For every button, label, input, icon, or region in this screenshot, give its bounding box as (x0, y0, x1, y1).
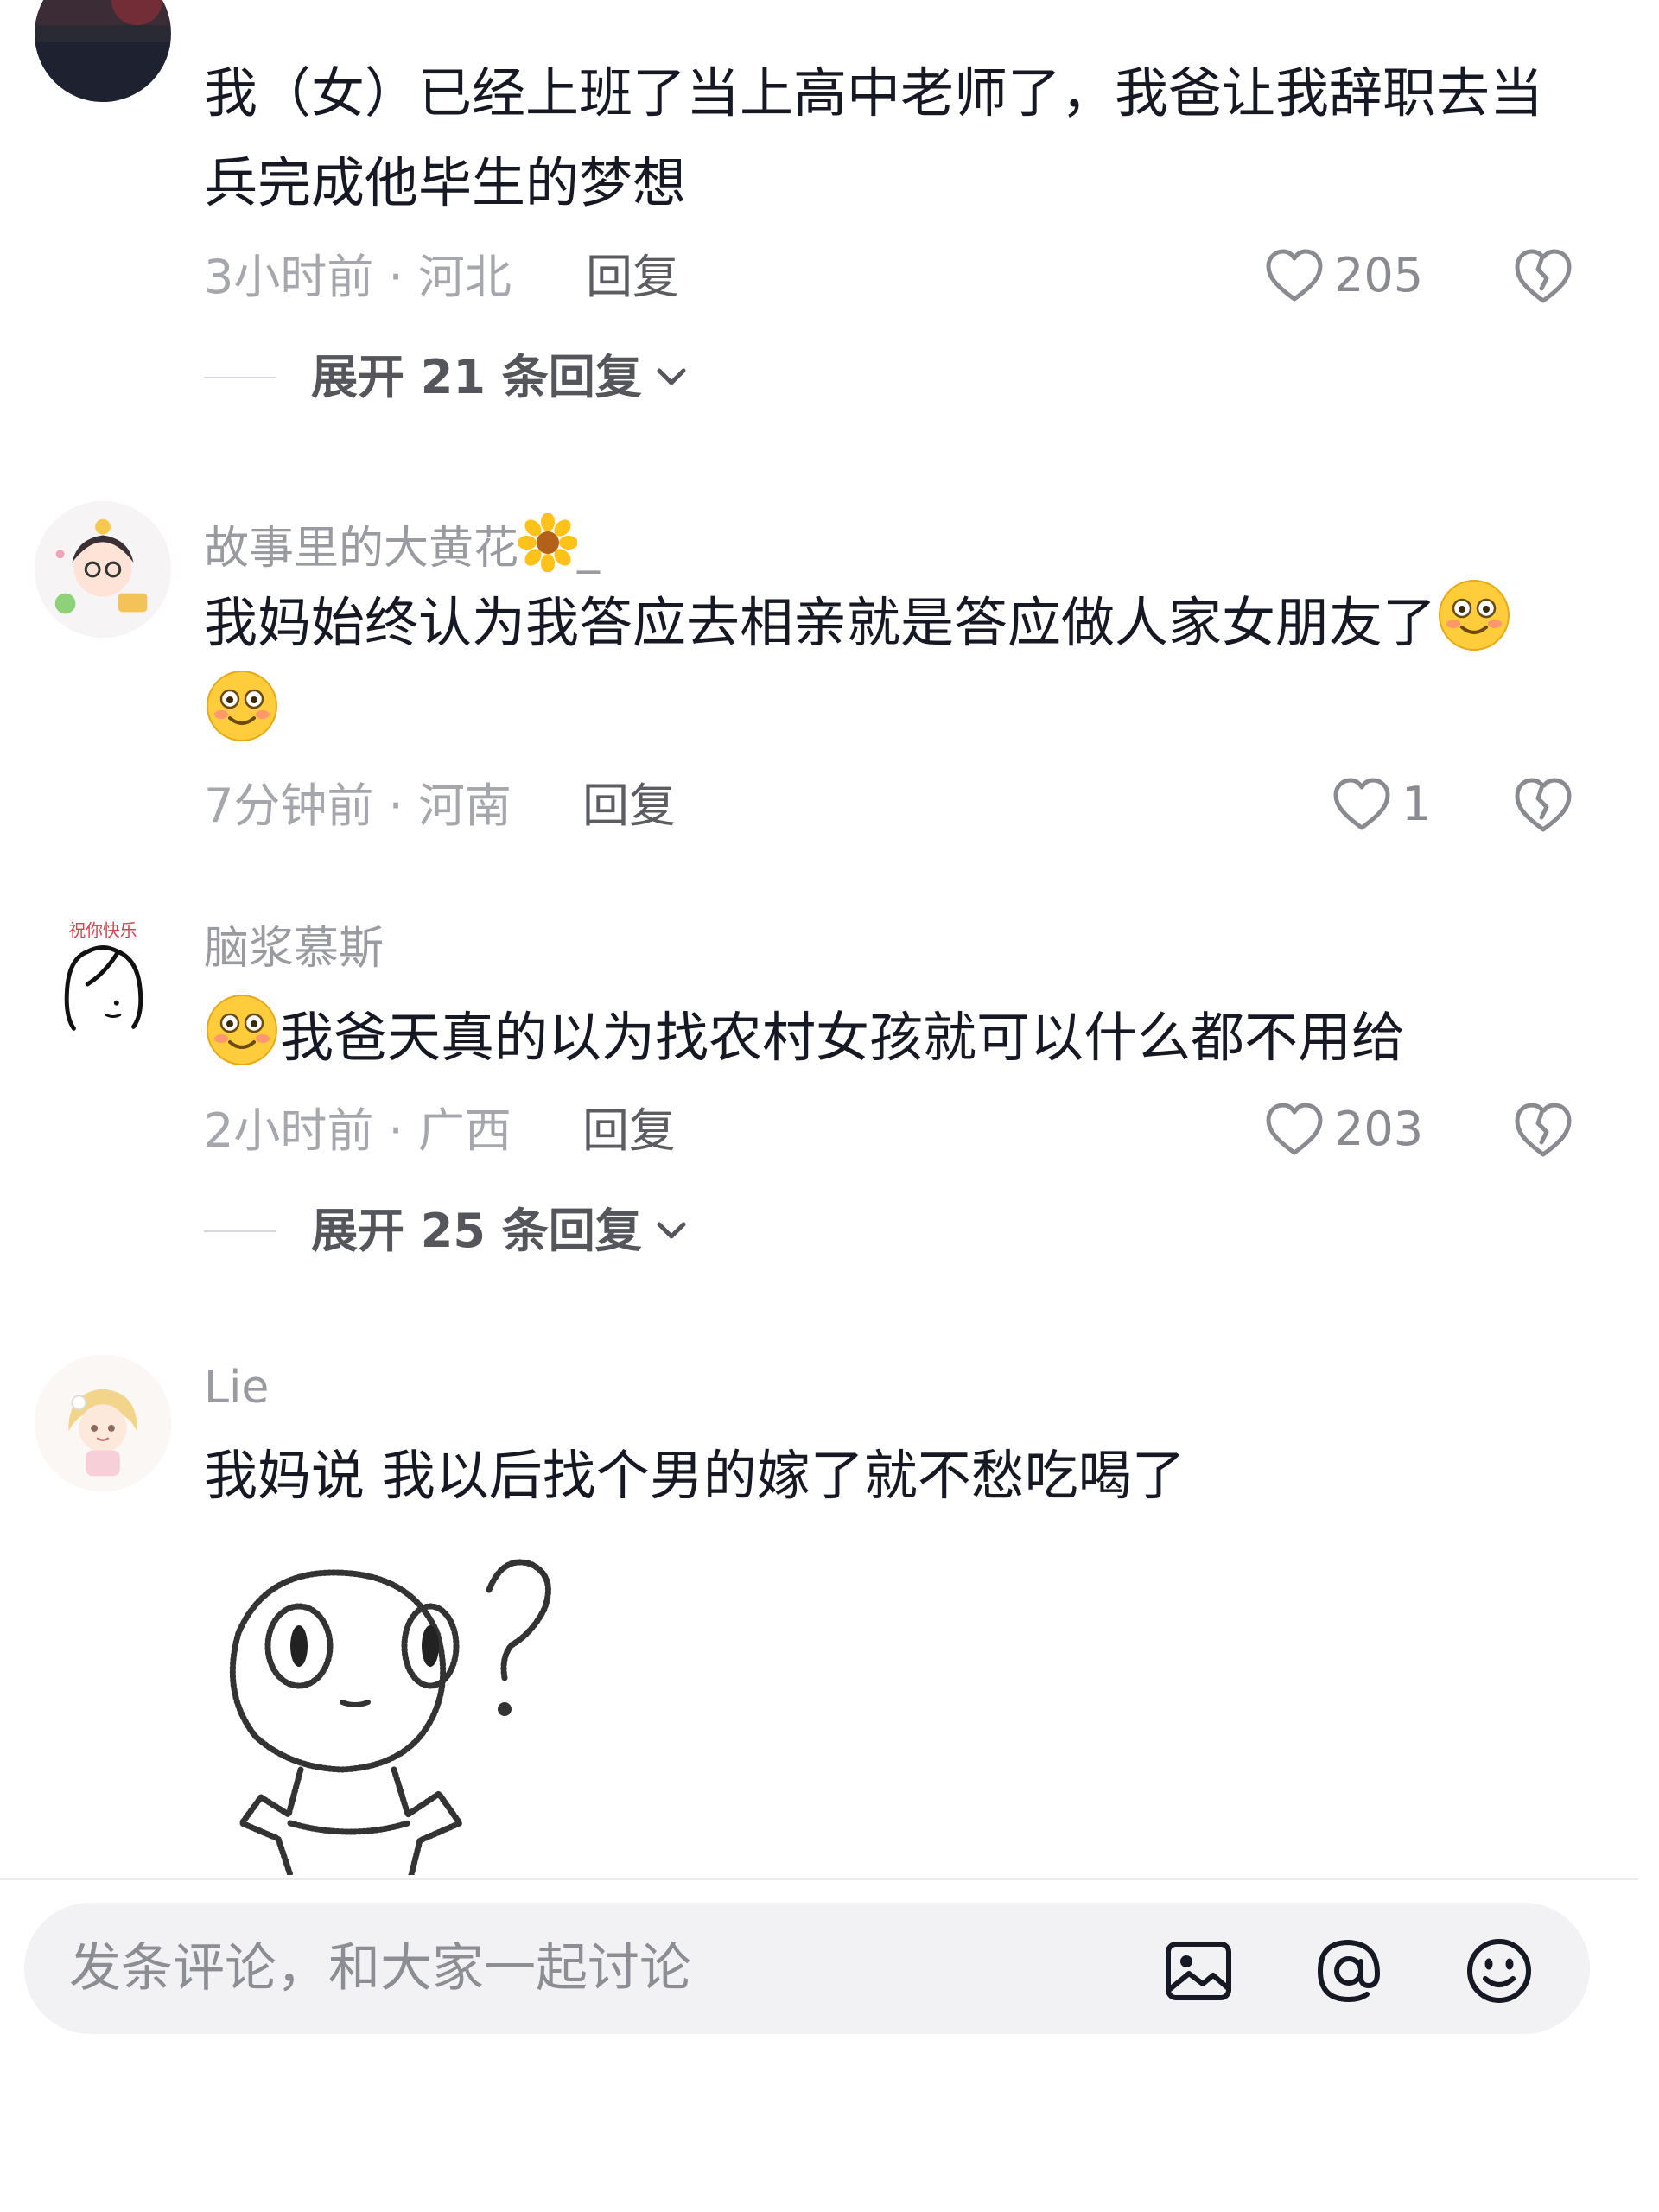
avatar[interactable] (35, 1355, 171, 1491)
heart-outline-icon (1263, 247, 1325, 304)
expand-replies-button[interactable]: 展开 25 条回复 (204, 1208, 689, 1255)
username-suffix: _ (577, 523, 601, 575)
username-text: 故事里的大黄花 (204, 523, 519, 575)
flushed-smile-emoji (204, 668, 280, 744)
meta-separator: · (388, 779, 404, 833)
avatar-text: 祝你快乐 (68, 921, 137, 941)
flushed-smile-emoji (204, 992, 280, 1068)
heart-outline-icon (1331, 776, 1393, 833)
reply-button[interactable]: 回复 (582, 1108, 676, 1154)
divider-line (204, 377, 276, 378)
input-divider (0, 1878, 1638, 1880)
comment-text-content: 我妈始终认为我答应去相亲就是答应做人家女朋友了 (204, 591, 1437, 654)
avatar[interactable]: 祝你快乐 (35, 914, 171, 1051)
emoji-picker-icon[interactable] (1464, 1936, 1535, 2006)
comment-text: 我妈说 我以后找个男的嫁了就不愁吃喝了 (204, 1444, 1185, 1507)
comment-input-bar[interactable]: 发条评论，和大家一起讨论 (24, 1903, 1590, 2034)
comment-time: 2小时前 (204, 1103, 374, 1158)
sunflower-icon (518, 513, 578, 572)
dislike-button[interactable] (1512, 245, 1574, 306)
avatar[interactable] (35, 501, 171, 638)
dislike-button[interactable] (1512, 1099, 1574, 1160)
comment-meta: 7分钟前 · 河南 (204, 783, 512, 830)
like-count: 203 (1334, 1102, 1424, 1156)
comment-text: 我爸天真的以为找农村女孩就可以什么都不用给 (204, 992, 1586, 1083)
comment-location: 河北 (417, 250, 512, 304)
chevron-down-icon (642, 1219, 689, 1243)
like-count: 1 (1402, 777, 1432, 831)
broken-heart-icon (1515, 778, 1572, 832)
comment-location: 广西 (417, 1103, 512, 1158)
avatar[interactable] (35, 0, 171, 102)
comment-time: 3小时前 (204, 250, 374, 304)
like-count: 205 (1334, 248, 1424, 302)
comment-meta: 2小时前 · 广西 (204, 1108, 512, 1154)
divider-line (204, 1230, 276, 1232)
broken-heart-icon (1515, 1103, 1572, 1157)
meta-separator: · (388, 250, 404, 304)
reply-button[interactable]: 回复 (582, 783, 676, 830)
expand-replies-label: 展开 25 条回复 (311, 1204, 642, 1258)
comment-meta: 3小时前 · 河北 (204, 254, 512, 301)
reply-button[interactable]: 回复 (586, 254, 679, 301)
comment-text: 我妈始终认为我答应去相亲就是答应做人家女朋友了 (204, 577, 1586, 759)
username[interactable]: Lie (204, 1365, 269, 1410)
username[interactable]: 脑浆慕斯 (204, 926, 384, 971)
meta-separator: · (388, 1103, 404, 1158)
like-button[interactable]: 205 (1263, 247, 1423, 304)
like-button[interactable]: 203 (1263, 1101, 1423, 1158)
comment-input-placeholder[interactable]: 发条评论，和大家一起讨论 (69, 1942, 691, 1994)
at-mention-icon[interactable] (1313, 1936, 1384, 2006)
comment-time: 7分钟前 (204, 779, 374, 833)
comment-text: 我（女）已经上班了当上高中老师了，我爸让我辞职去当兵完成他毕生的梦想 (204, 61, 1544, 214)
image-icon[interactable] (1163, 1936, 1234, 2006)
like-button[interactable]: 1 (1331, 776, 1431, 833)
dislike-button[interactable] (1512, 774, 1574, 835)
comment-text-content: 我爸天真的以为找农村女孩就可以什么都不用给 (280, 1006, 1406, 1069)
chevron-down-icon (642, 365, 689, 390)
expand-replies-button[interactable]: 展开 21 条回复 (204, 354, 689, 401)
username[interactable]: 故事里的大黄花 _ (204, 513, 600, 572)
broken-heart-icon (1515, 249, 1572, 303)
heart-outline-icon (1263, 1101, 1325, 1158)
sticker-image[interactable] (204, 1538, 567, 1875)
expand-replies-label: 展开 21 条回复 (311, 350, 642, 404)
flushed-smile-emoji (1436, 577, 1512, 653)
comment-location: 河南 (417, 779, 512, 833)
